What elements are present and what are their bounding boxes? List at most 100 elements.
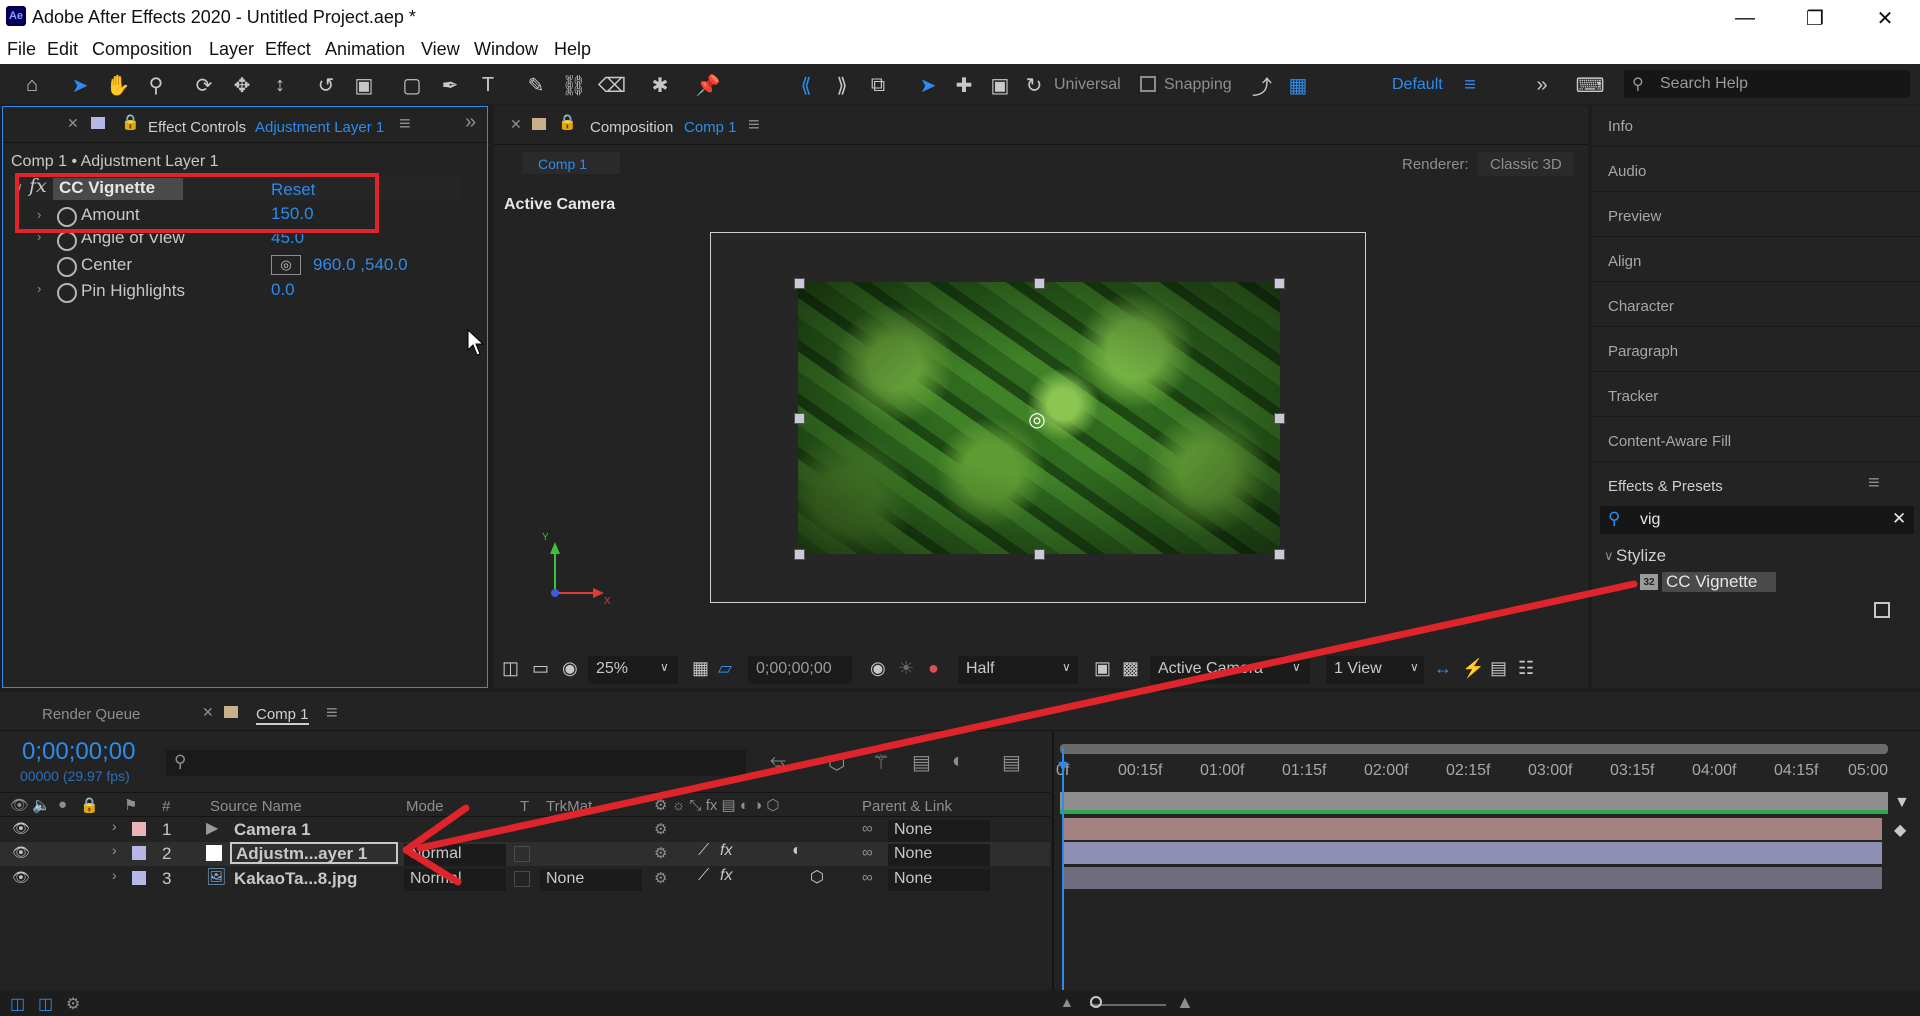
blend-mode-dropdown[interactable]: Normal	[404, 844, 506, 866]
column-source-name[interactable]: Source Name	[210, 798, 302, 815]
close-tab-icon[interactable]: ✕	[67, 115, 79, 132]
transform-handle[interactable]	[794, 413, 805, 424]
close-tab-icon[interactable]: ✕	[202, 704, 214, 721]
view-axis-icon[interactable]: ⧉	[864, 72, 892, 98]
lock-icon[interactable]: 🔒	[80, 796, 99, 814]
layer-name[interactable]: Adjustm...ayer 1	[230, 842, 398, 864]
effect-controls-tab[interactable]: Effect Controls	[148, 119, 246, 136]
effects-presets-title[interactable]: Effects & Presets	[1608, 478, 1723, 495]
3d-move-icon[interactable]: ✚	[950, 72, 978, 98]
lock-icon[interactable]: 🔒	[558, 113, 577, 131]
layer-2-track[interactable]	[1064, 842, 1882, 864]
menu-composition[interactable]: Composition	[92, 39, 192, 60]
transform-handle[interactable]	[1034, 278, 1045, 289]
rectangle-tool-icon[interactable]: ▢	[398, 72, 426, 98]
panel-menu-icon[interactable]: ≡	[1868, 472, 1880, 495]
rotation-tool-icon[interactable]: ↺	[312, 72, 340, 98]
track-matte-dropdown[interactable]: None	[540, 869, 642, 891]
panel-preview[interactable]: Preview	[1608, 208, 1661, 225]
transparency-grid-icon[interactable]: ▩	[1122, 658, 1139, 679]
transform-handle[interactable]	[1274, 278, 1285, 289]
transform-handle[interactable]	[794, 549, 805, 560]
composition-tab[interactable]: Composition	[590, 119, 673, 136]
panel-tracker[interactable]: Tracker	[1608, 388, 1658, 405]
modes-toggle-icon[interactable]: ◫	[38, 994, 53, 1014]
frame-blending-icon[interactable]: ▤	[912, 750, 931, 775]
shy-switch-icon[interactable]: ⚙	[654, 869, 667, 887]
parent-dropdown[interactable]: None	[888, 869, 990, 891]
brush-tool-icon[interactable]: ✎	[522, 72, 550, 98]
zoom-tool-icon[interactable]: ⚲	[142, 72, 170, 98]
prop-pin-highlights-value[interactable]: 0.0	[271, 280, 295, 300]
collapse-arrow-icon[interactable]: ∨	[1604, 548, 1614, 564]
panel-menu-icon[interactable]: ≡	[748, 114, 760, 137]
stopwatch-icon[interactable]	[57, 283, 77, 303]
menu-effect[interactable]: Effect	[265, 39, 311, 60]
3d-scale-icon[interactable]: ▣	[986, 72, 1014, 98]
parent-dropdown[interactable]: None	[888, 820, 990, 842]
solo-icon[interactable]: ●	[58, 796, 67, 813]
close-tab-icon[interactable]: ✕	[510, 116, 522, 133]
playhead[interactable]	[1062, 748, 1064, 998]
parent-dropdown[interactable]: None	[888, 844, 990, 866]
orbit-camera-icon[interactable]: ⟳	[190, 72, 218, 98]
type-tool-icon[interactable]: T	[474, 72, 502, 98]
channel-rgb-icon[interactable]: ●	[928, 658, 939, 679]
close-icon[interactable]: ✕	[1850, 0, 1920, 36]
safe-zones-icon[interactable]: ▦	[692, 658, 709, 679]
fx-switch-icon[interactable]: fx	[720, 842, 732, 860]
expand-arrow-icon[interactable]: ›	[112, 842, 117, 858]
more-workspaces-icon[interactable]: »	[1528, 72, 1556, 98]
mask-visibility-icon[interactable]: ◉	[562, 658, 578, 679]
comp-name-tab[interactable]: Comp 1	[684, 119, 737, 136]
pick-whip-icon[interactable]: ∞	[862, 844, 873, 861]
marker-icon[interactable]: ◆	[1894, 820, 1906, 840]
transform-handle[interactable]	[794, 278, 805, 289]
stopwatch-icon[interactable]	[57, 231, 77, 251]
minimize-icon[interactable]: —	[1710, 0, 1780, 36]
panel-menu-icon[interactable]: ≡	[326, 702, 338, 725]
monitor-icon[interactable]: ▭	[532, 658, 549, 679]
snapshot-camera-icon[interactable]: ◉	[870, 658, 886, 679]
workspace-default[interactable]: Default	[1392, 76, 1443, 94]
timeline-search-field[interactable]: ⚲	[166, 750, 746, 776]
fx-switch-icon[interactable]: fx	[720, 867, 732, 885]
clear-search-icon[interactable]: ✕	[1892, 509, 1906, 529]
layer-row-1[interactable]: 👁 › 1 ▶ Camera 1 ⚙ ∞ None	[0, 818, 1050, 842]
visibility-eye-icon[interactable]: 👁	[12, 869, 30, 886]
column-mode[interactable]: Mode	[406, 798, 444, 815]
region-of-interest-icon[interactable]: ▣	[1094, 658, 1111, 679]
dolly-camera-icon[interactable]: ↕	[266, 72, 294, 98]
expand-arrow-icon[interactable]: ›	[112, 867, 117, 883]
menu-file[interactable]: File	[7, 39, 36, 60]
always-preview-icon[interactable]: ◫	[502, 658, 519, 679]
effect-controls-layer-tab[interactable]: Adjustment Layer 1	[255, 119, 384, 136]
visibility-eye-icon[interactable]: 👁	[12, 844, 30, 861]
comp-breadcrumb-tab[interactable]: Comp 1	[522, 152, 620, 174]
playhead-handle-icon[interactable]: ▼	[1055, 758, 1071, 776]
panel-menu-icon[interactable]: ≡	[399, 113, 411, 136]
menu-layer[interactable]: Layer	[209, 39, 254, 60]
pen-tool-icon[interactable]: ✒	[436, 72, 464, 98]
hand-tool-icon[interactable]: ✋	[104, 72, 132, 98]
column-trkmat[interactable]: TrkMat	[546, 798, 636, 815]
panel-character[interactable]: Character	[1608, 298, 1674, 315]
world-axis-icon[interactable]: ⟫	[828, 72, 856, 98]
layer-row-3[interactable]: 👁 › 3 🖼 KakaoTa...8.jpg Normal None ⚙ ⟋ …	[0, 867, 1050, 891]
pick-whip-icon[interactable]: ∞	[862, 820, 873, 837]
transform-handle[interactable]	[1034, 549, 1045, 560]
timeline-timecode[interactable]: 0;00;00;00	[22, 738, 135, 766]
pan-camera-icon[interactable]: ✥	[228, 72, 256, 98]
local-axis-icon[interactable]: ⟪	[792, 72, 820, 98]
comp1-timeline-tab[interactable]: Comp 1	[256, 706, 309, 725]
in-out-toggle-icon[interactable]: ⚙	[66, 994, 80, 1014]
zoom-slider-knob[interactable]	[1090, 996, 1102, 1008]
puppet-pin-icon[interactable]: 📌	[694, 72, 722, 98]
eye-icon[interactable]: 👁	[10, 796, 29, 814]
expand-arrow-icon[interactable]: ›	[37, 281, 41, 296]
zoom-in-icon[interactable]: ▲	[1176, 992, 1194, 1013]
resolution-dropdown[interactable]: Half	[958, 656, 1078, 684]
preserve-transparency-checkbox[interactable]	[514, 871, 530, 887]
quality-switch-icon[interactable]: ⟋	[698, 867, 709, 885]
restore-icon[interactable]: ❐	[1780, 0, 1850, 36]
